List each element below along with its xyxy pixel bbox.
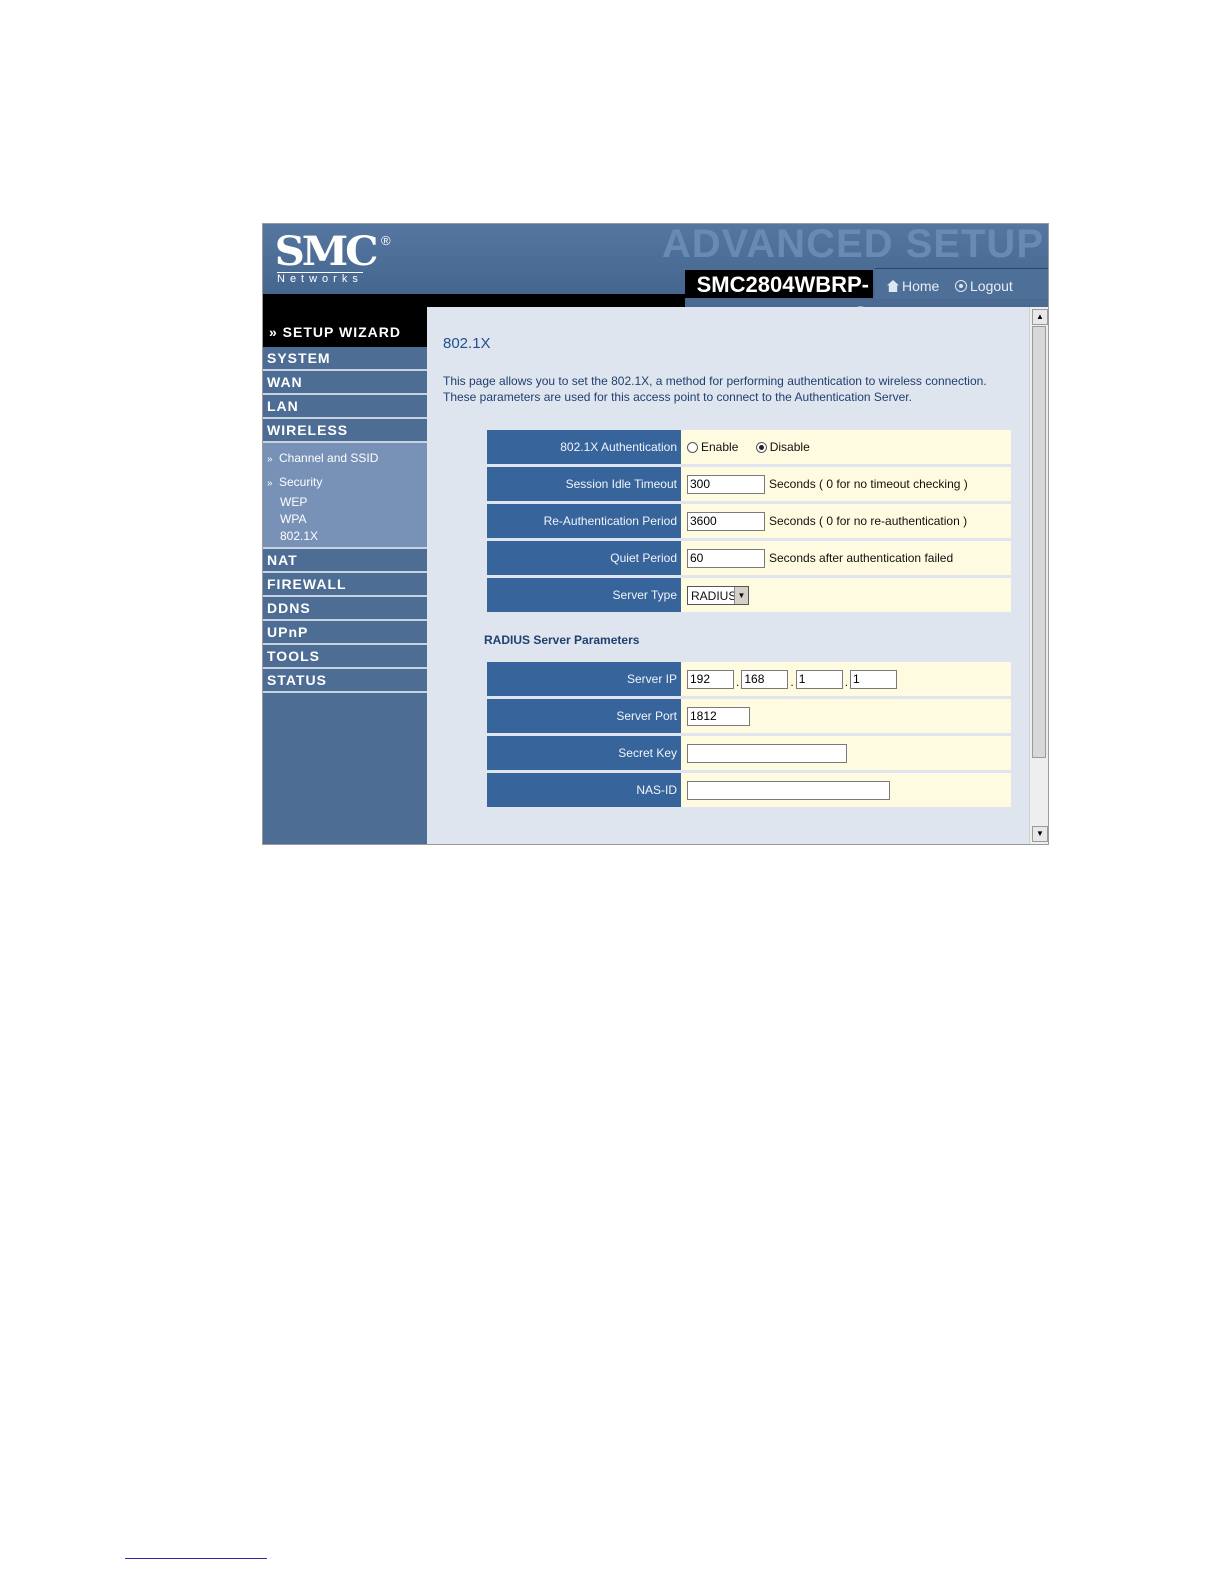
table-row: Secret Key <box>487 734 1011 773</box>
logout-label: Logout <box>970 278 1013 294</box>
auth-options: Enable Disable <box>681 430 1011 467</box>
session-idle-input[interactable] <box>687 474 765 494</box>
sidebar-item-lan[interactable]: LAN <box>263 395 427 419</box>
nas-id-input[interactable] <box>687 780 890 800</box>
chevron-down-icon: ▼ <box>734 586 748 604</box>
chevron-right-icon: » <box>267 478 273 489</box>
server-ip-octet-3[interactable] <box>795 669 843 689</box>
quiet-period-label: Quiet Period <box>487 539 681 578</box>
sidebar-item-ddns[interactable]: DDNS <box>263 597 427 621</box>
table-row: NAS-ID <box>487 771 1011 810</box>
sidebar-item-channel-ssid[interactable]: » Channel and SSID <box>263 446 427 470</box>
logout-icon <box>955 280 967 292</box>
header-divider <box>263 294 685 307</box>
sidebar-item-wep[interactable]: WEP <box>263 494 427 511</box>
header-nav: Home Logout <box>875 268 1048 299</box>
server-type-select[interactable]: RADIUS ▼ <box>687 585 749 605</box>
server-type-label: Server Type <box>487 576 681 615</box>
secret-key-input[interactable] <box>687 743 847 763</box>
sidebar-item-nat[interactable]: NAT <box>263 549 427 573</box>
sidebar-item-label: Channel and SSID <box>279 451 379 465</box>
sidebar-item-wan[interactable]: WAN <box>263 371 427 395</box>
sidebar-item-label: Security <box>279 475 323 489</box>
sidebar-item-upnp[interactable]: UPnP <box>263 621 427 645</box>
logo-text: SMC <box>274 228 379 275</box>
table-row: Session Idle Timeout Seconds ( 0 for no … <box>487 465 1011 504</box>
server-ip-octet-2[interactable] <box>741 669 789 689</box>
ip-separator: . <box>844 674 849 689</box>
enable-radio-label: Enable <box>701 440 739 455</box>
session-idle-label: Session Idle Timeout <box>487 465 681 504</box>
page-description: This page allows you to set the 802.1X, … <box>443 374 987 404</box>
scroll-down-icon[interactable]: ▼ <box>1032 826 1048 842</box>
sidebar-item-8021x[interactable]: 802.1X <box>263 528 427 545</box>
home-label: Home <box>902 278 940 294</box>
sidebar-item-status[interactable]: STATUS <box>263 669 427 693</box>
sidebar-item-firewall[interactable]: FIREWALL <box>263 573 427 597</box>
auth-label: 802.1X Authentication <box>487 430 681 467</box>
home-icon <box>887 280 899 292</box>
wireless-submenu: » Channel and SSID » Security WEP WPA 802.… <box>263 443 427 549</box>
disable-radio[interactable] <box>755 441 767 453</box>
ip-separator: . <box>790 674 794 689</box>
quiet-period-note: Seconds after authentication failed <box>769 551 954 565</box>
table-row: Server IP ... <box>487 662 1011 699</box>
nas-id-label: NAS-ID <box>487 771 681 810</box>
sidebar-item-security[interactable]: » Security <box>263 470 427 494</box>
advanced-setup-banner: ADVANCED SETUP <box>661 223 1044 266</box>
home-link[interactable]: Home <box>887 278 939 294</box>
smc-logo: SMC ® Networks <box>274 228 391 286</box>
auth-settings-table: 802.1X Authentication Enable Disable Ses… <box>487 430 1011 615</box>
table-row: Server Type RADIUS ▼ <box>487 576 1011 615</box>
header-bar: SMC ® Networks ADVANCED SETUP SMC2804WBR… <box>263 223 1048 327</box>
ip-separator: . <box>736 674 740 689</box>
table-row: Quiet Period Seconds after authenticatio… <box>487 539 1011 578</box>
table-row: Server Port <box>487 697 1011 736</box>
disable-radio-label: Disable <box>769 440 810 455</box>
server-type-value: RADIUS <box>691 588 737 603</box>
server-ip-octet-4[interactable] <box>850 669 898 689</box>
main-content: 802.1X This page allows you to set the 8… <box>427 307 1029 844</box>
sidebar-item-tools[interactable]: TOOLS <box>263 645 427 669</box>
browser-window: SMC ® Networks ADVANCED SETUP SMC2804WBR… <box>262 223 1049 845</box>
scroll-thumb[interactable] <box>1032 326 1046 758</box>
radius-section-heading: RADIUS Server Parameters <box>484 633 640 647</box>
session-idle-note: Seconds ( 0 for no timeout checking ) <box>769 477 968 491</box>
server-port-label: Server Port <box>487 697 681 736</box>
logout-link[interactable]: Logout <box>955 278 1013 294</box>
sidebar: » SETUP WIZARD SYSTEM WAN LAN WIRELESS »… <box>263 307 427 844</box>
reauth-input[interactable] <box>687 511 765 531</box>
secret-key-label: Secret Key <box>487 734 681 773</box>
table-row: Re-Authentication Period Seconds ( 0 for… <box>487 502 1011 541</box>
scroll-up-icon[interactable]: ▲ <box>1032 309 1048 325</box>
reauth-label: Re-Authentication Period <box>487 502 681 541</box>
sidebar-item-system[interactable]: SYSTEM <box>263 347 427 371</box>
server-port-input[interactable] <box>687 706 750 726</box>
enable-radio[interactable] <box>687 441 698 453</box>
radius-settings-table: Server IP ... Server Port Secret Key NAS… <box>487 662 1011 810</box>
footnote-separator <box>125 1558 267 1559</box>
server-ip-octet-1[interactable] <box>687 669 734 689</box>
sidebar-item-wireless[interactable]: WIRELESS <box>263 419 427 443</box>
logo-registered-mark: ® <box>381 233 391 248</box>
model-name: SMC2804WBRP-G <box>685 270 873 327</box>
page-title: 802.1X <box>443 335 491 352</box>
server-ip-label: Server IP <box>487 662 681 699</box>
quiet-period-input[interactable] <box>687 548 765 568</box>
reauth-note: Seconds ( 0 for no re-authentication ) <box>769 514 968 528</box>
chevron-right-icon: » <box>267 454 273 465</box>
vertical-scrollbar[interactable]: ▲ ▼ <box>1029 307 1048 844</box>
table-row: 802.1X Authentication Enable Disable <box>487 430 1011 467</box>
sidebar-item-wpa[interactable]: WPA <box>263 511 427 528</box>
setup-wizard-link[interactable]: » SETUP WIZARD <box>263 307 427 347</box>
